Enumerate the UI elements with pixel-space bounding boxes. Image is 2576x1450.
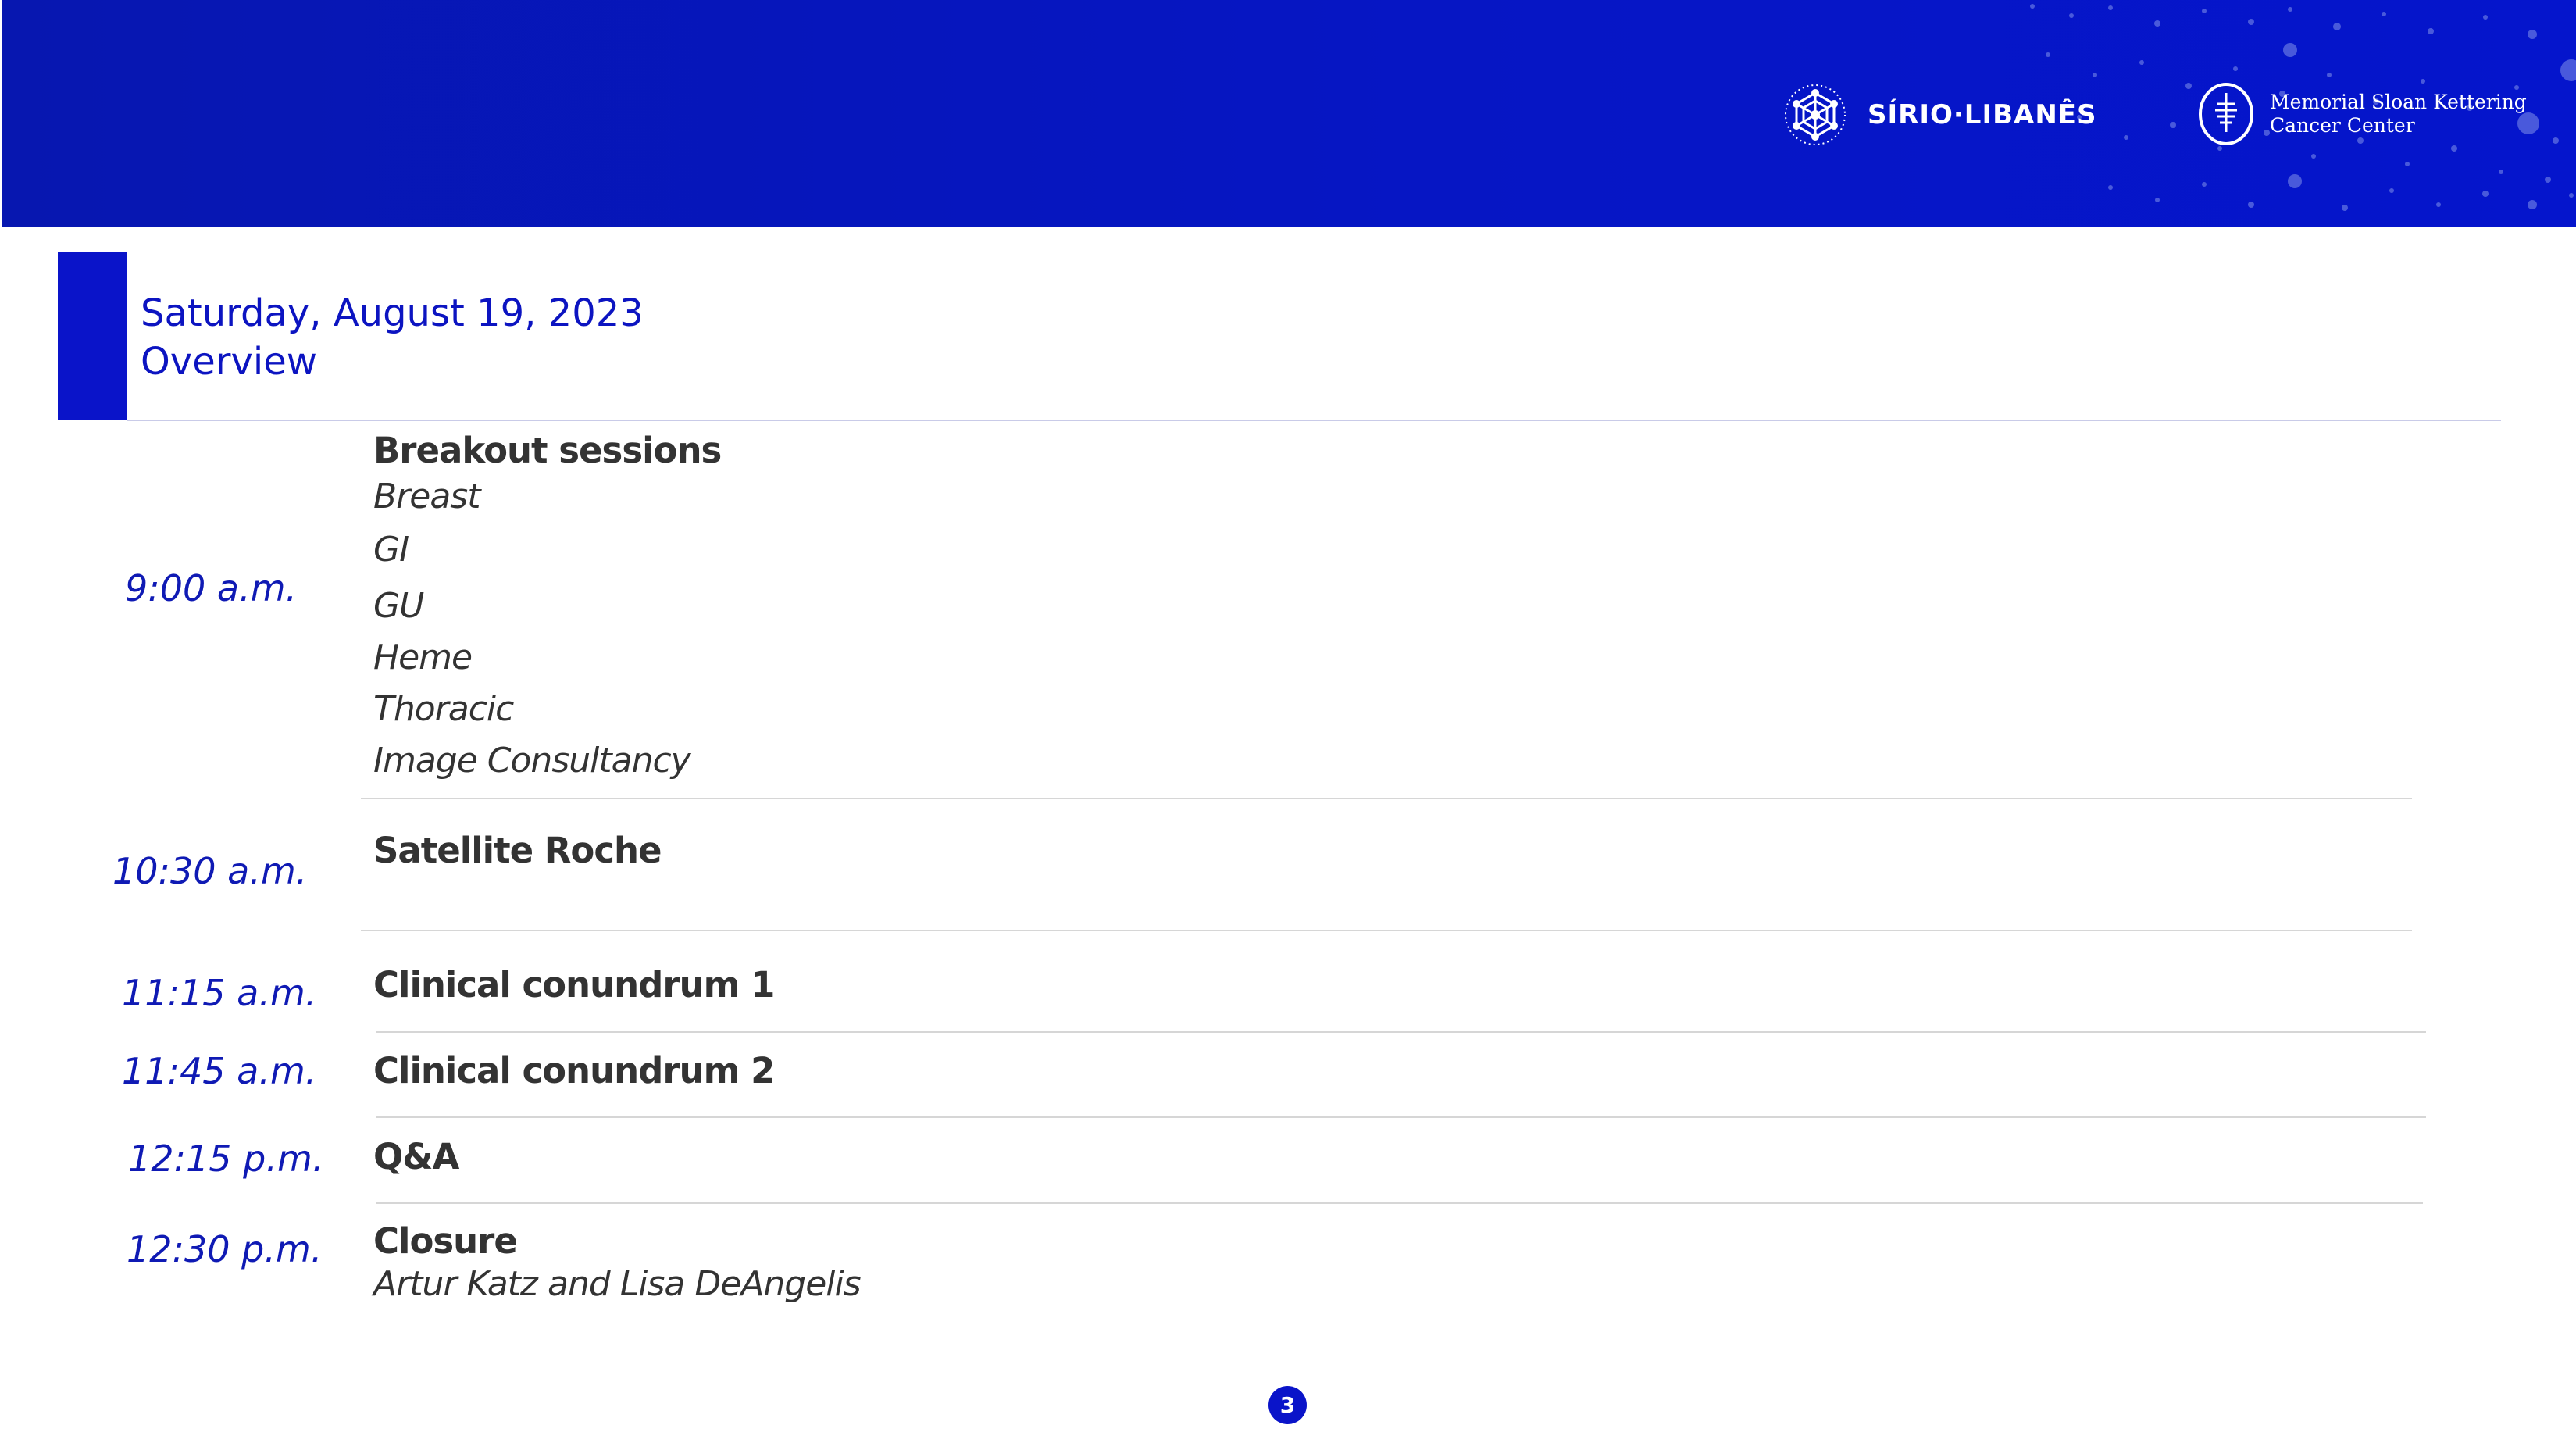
session-title: Clinical conundrum 1 — [373, 964, 775, 1005]
schedule-time: 12:30 p.m. — [127, 1228, 323, 1270]
page-title: Saturday, August 19, 2023 Overview — [141, 289, 644, 386]
title-accent-bar — [58, 252, 127, 420]
schedule-time: 11:45 a.m. — [122, 1050, 317, 1092]
sirio-libanes-logo: SÍRIO·LIBANÊS — [1779, 82, 2097, 148]
breakout-item: Thoracic — [373, 689, 514, 729]
row-divider — [376, 1116, 2426, 1118]
session-title: Clinical conundrum 2 — [373, 1050, 775, 1091]
breakout-item: Breast — [373, 477, 480, 516]
session-title: Q&A — [373, 1136, 459, 1177]
session-speakers: Artur Katz and Lisa DeAngelis — [373, 1264, 862, 1304]
schedule-time: 9:00 a.m. — [125, 567, 298, 609]
breakout-item: GI — [373, 530, 409, 570]
row-divider — [376, 1202, 2423, 1204]
page-number-badge: 3 — [1268, 1386, 1307, 1424]
breakout-item: Image Consultancy — [373, 741, 691, 780]
schedule-time: 12:15 p.m. — [128, 1138, 324, 1180]
header-banner: SÍRIO·LIBANÊS Memorial Sloan Kettering C… — [2, 0, 2576, 227]
session-title: Closure — [373, 1220, 518, 1262]
msk-emblem-icon — [2199, 83, 2253, 145]
row-divider — [376, 1031, 2426, 1033]
msk-logo: Memorial Sloan Kettering Cancer Center — [2196, 80, 2527, 148]
breakout-item: GU — [373, 586, 424, 626]
title-overview: Overview — [141, 340, 317, 384]
schedule-time: 10:30 a.m. — [112, 850, 308, 892]
title-date: Saturday, August 19, 2023 — [141, 291, 644, 335]
title-divider — [127, 420, 2501, 421]
msk-name-line1: Memorial Sloan Kettering — [2270, 91, 2527, 113]
row-divider — [361, 930, 2412, 931]
sirio-libanes-wordmark: SÍRIO·LIBANÊS — [1868, 99, 2097, 130]
msk-name-line2: Cancer Center — [2270, 114, 2415, 137]
session-title: Breakout sessions — [373, 430, 722, 471]
row-divider — [361, 798, 2412, 799]
session-title: Satellite Roche — [373, 830, 662, 871]
sirio-libanes-emblem-icon — [1785, 84, 1846, 145]
breakout-item: Heme — [373, 638, 473, 677]
schedule-time: 11:15 a.m. — [122, 972, 317, 1014]
